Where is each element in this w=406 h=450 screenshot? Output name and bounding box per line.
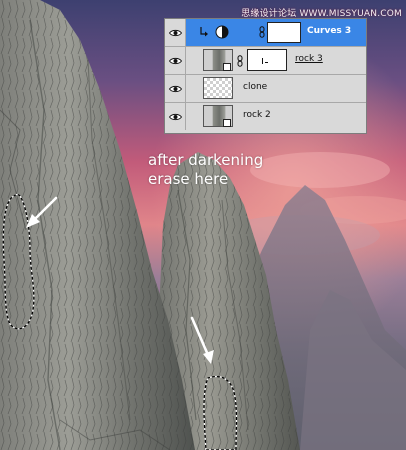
mask-link-icon (259, 26, 265, 38)
smart-object-badge (223, 119, 231, 127)
clip-arrow-icon (200, 27, 208, 37)
layer-name[interactable]: Curves 3 (307, 26, 351, 36)
smart-object-badge (223, 63, 231, 71)
layer-name[interactable]: rock 2 (243, 110, 271, 120)
eye-icon[interactable] (165, 47, 186, 74)
mask-link-icon (237, 55, 243, 67)
instruction-annotation: after darkening erase here (148, 151, 263, 189)
curves-adjustment-icon (215, 25, 229, 39)
eye-icon[interactable] (165, 103, 186, 130)
eye-icon[interactable] (165, 75, 186, 102)
layer-row-rock-2[interactable]: rock 2 (165, 103, 366, 131)
instruction-line-2: erase here (148, 170, 229, 188)
layers-panel: Curves 3 rock 3 clone rock 2 (164, 18, 367, 134)
layer-mask-thumbnail[interactable] (247, 49, 287, 71)
layer-row-rock-3[interactable]: rock 3 (165, 47, 366, 75)
layer-row-curves-3[interactable]: Curves 3 (165, 19, 366, 47)
layer-row-clone[interactable]: clone (165, 75, 366, 103)
instruction-line-1: after darkening (148, 151, 264, 169)
eye-icon[interactable] (165, 19, 186, 46)
layer-mask-thumbnail[interactable] (267, 22, 301, 43)
layer-name[interactable]: clone (243, 82, 267, 92)
layer-thumbnail[interactable] (203, 77, 233, 99)
layer-name[interactable]: rock 3 (295, 54, 323, 64)
